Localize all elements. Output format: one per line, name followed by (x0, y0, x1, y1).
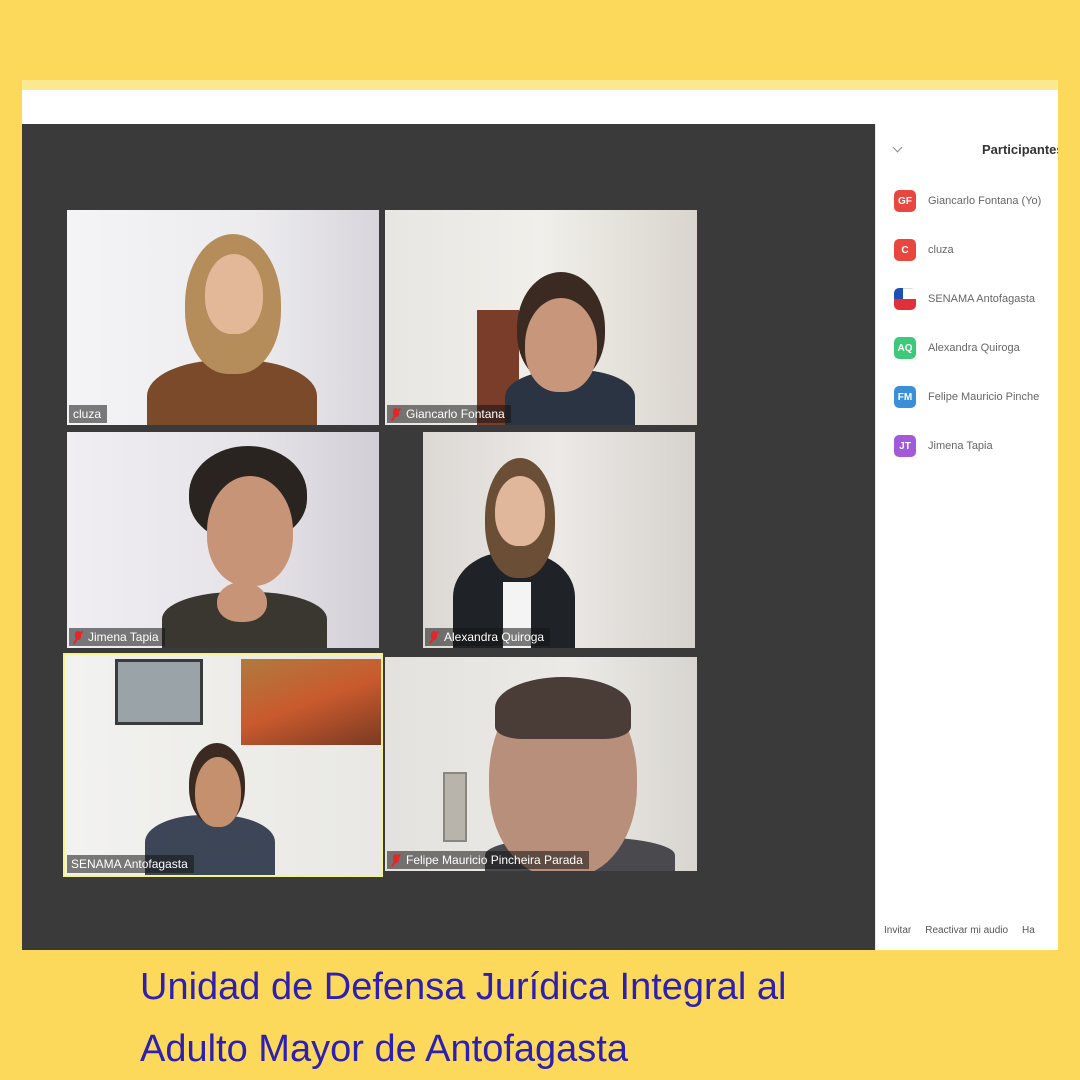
zoom-window: cluza Giancarlo Fontana Jimena Tapia Ale… (22, 80, 1058, 950)
participant-name: cluza (928, 244, 954, 256)
avatar: AQ (894, 337, 916, 359)
caption-line-1: Unidad de Defensa Jurídica Integral al (140, 966, 787, 1008)
video-gallery: cluza Giancarlo Fontana Jimena Tapia Ale… (22, 124, 875, 950)
participant-name: Alexandra Quiroga (928, 342, 1020, 354)
video-name-tag: Alexandra Quiroga (425, 628, 551, 646)
wall-painting (241, 659, 381, 745)
chile-flag-icon (894, 288, 916, 310)
muted-mic-icon (391, 407, 401, 421)
video-tile-jimena-tapia[interactable]: Jimena Tapia (67, 432, 379, 648)
video-name-tag: SENAMA Antofagasta (67, 855, 194, 873)
participant-item[interactable]: SENAMA Antofagasta (894, 288, 1058, 310)
avatar: GF (894, 190, 916, 212)
more-button[interactable]: Ha (1022, 925, 1035, 936)
unmute-button[interactable]: Reactivar mi audio (925, 925, 1008, 936)
muted-mic-icon (73, 630, 83, 644)
participant-name: Felipe Mauricio Pinche (928, 391, 1040, 403)
participants-footer: Invitar Reactivar mi audio Ha (884, 925, 1035, 936)
participants-panel: Participantes GF Giancarlo Fontana (Yo) … (875, 124, 1058, 950)
caption-line-2: Adulto Mayor de Antofagasta (140, 1028, 628, 1070)
participant-item[interactable]: JT Jimena Tapia (894, 435, 1058, 457)
video-tile-felipe-pincheira[interactable]: Felipe Mauricio Pincheira Parada (385, 657, 697, 871)
participants-title: Participantes (982, 142, 1058, 157)
video-name-tag: Felipe Mauricio Pincheira Parada (387, 851, 589, 869)
participant-name: Jimena Tapia (928, 440, 993, 452)
participant-name: SENAMA Antofagasta (928, 293, 1036, 305)
video-name-tag: cluza (69, 405, 108, 423)
participants-header: Participantes (876, 124, 1058, 176)
wall-picture (115, 659, 203, 725)
video-name-tag: Jimena Tapia (69, 628, 165, 646)
wall-frame (443, 772, 467, 842)
muted-mic-icon (391, 853, 401, 867)
avatar: JT (894, 435, 916, 457)
video-name-tag: Giancarlo Fontana (387, 405, 511, 423)
participant-name: Giancarlo Fontana (Yo) (928, 195, 1042, 207)
participant-item[interactable]: AQ Alexandra Quiroga (894, 337, 1058, 359)
video-tile-giancarlo-fontana[interactable]: Giancarlo Fontana (385, 210, 697, 425)
video-tile-cluza[interactable]: cluza (67, 210, 379, 425)
avatar: FM (894, 386, 916, 408)
muted-mic-icon (429, 630, 439, 644)
invite-button[interactable]: Invitar (884, 925, 911, 936)
chevron-down-icon[interactable] (892, 142, 903, 153)
caption: Unidad de Defensa Jurídica Integral al A… (140, 956, 1040, 1080)
video-tile-alexandra-quiroga[interactable]: Alexandra Quiroga (423, 432, 695, 648)
participant-item[interactable]: FM Felipe Mauricio Pinche (894, 386, 1058, 408)
avatar: C (894, 239, 916, 261)
participant-item[interactable]: C cluza (894, 239, 1058, 261)
participant-item[interactable]: GF Giancarlo Fontana (Yo) (894, 190, 1058, 212)
video-tile-senama-antofagasta[interactable]: SENAMA Antofagasta (63, 653, 383, 877)
